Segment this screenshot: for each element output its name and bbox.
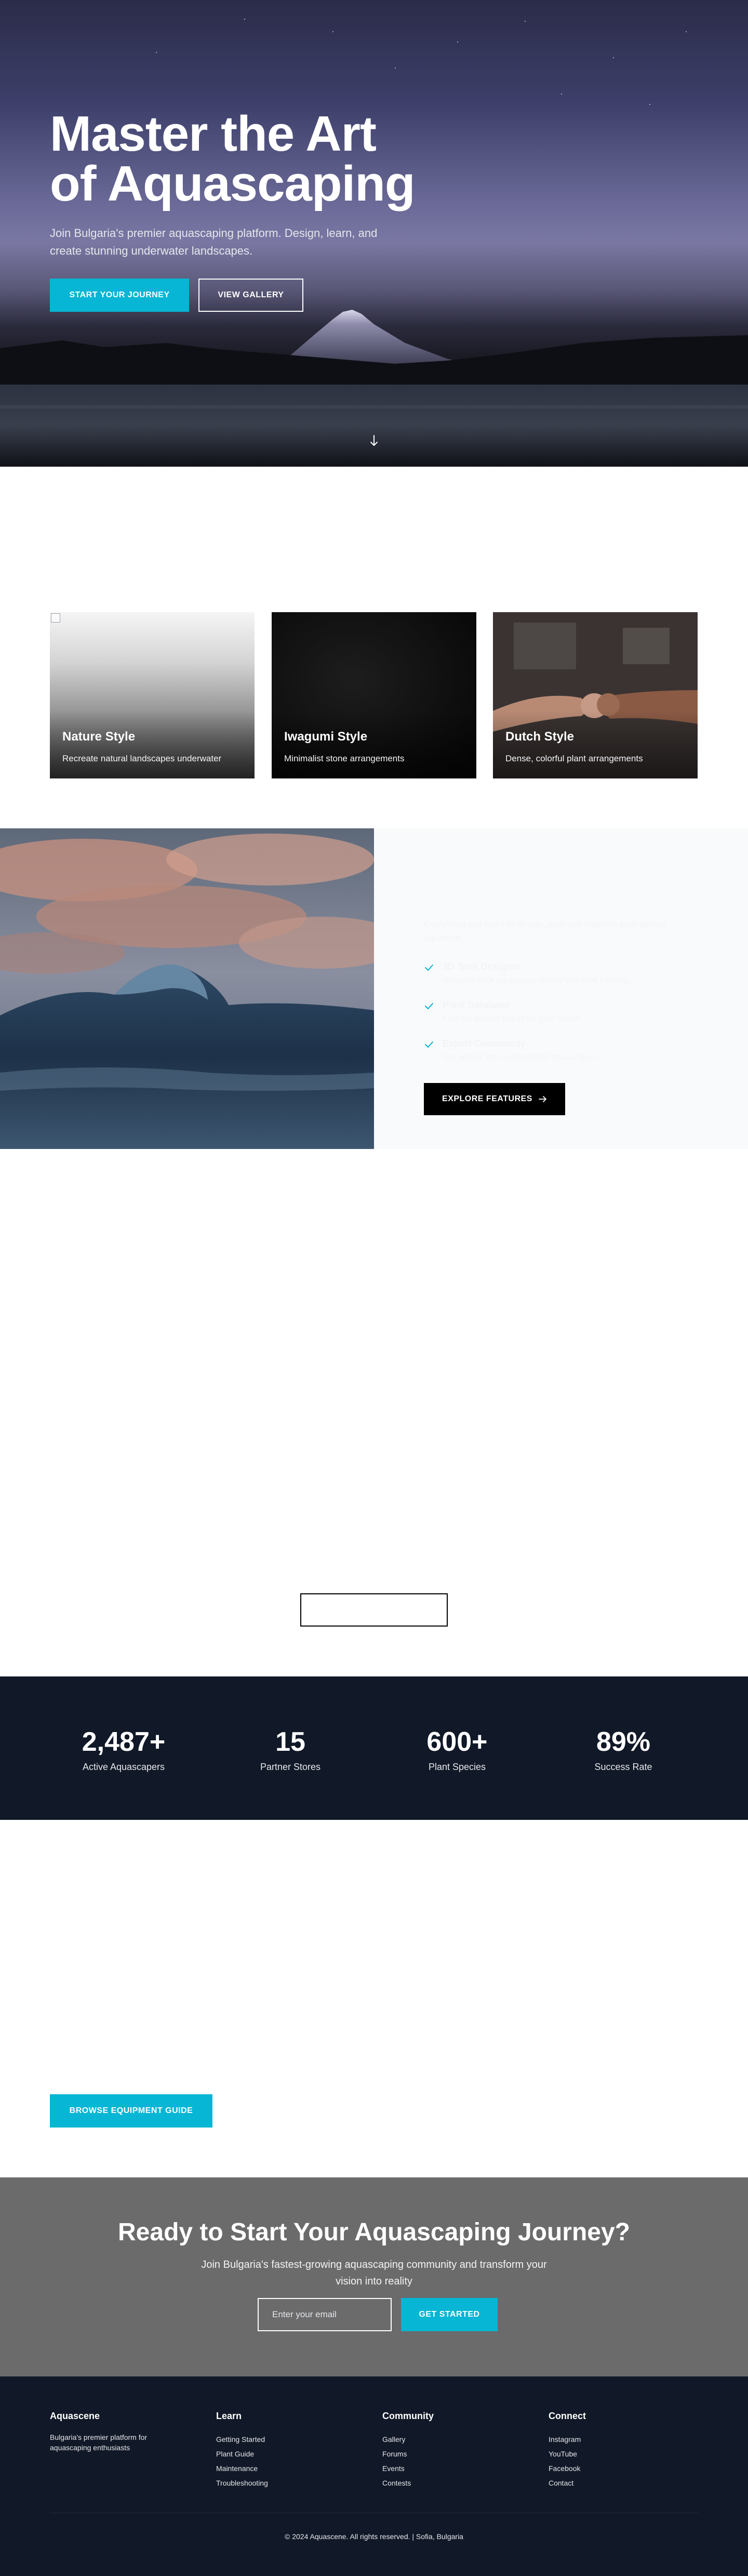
stat-value: 2,487+ (82, 1727, 166, 1757)
feature-description: Find the perfect plants for your layout (443, 1014, 580, 1023)
footer-link[interactable]: Getting Started (216, 2432, 372, 2447)
footer-learn-column: Learn Getting Started Plant Guide Mainte… (216, 2411, 372, 2490)
explore-features-label: EXPLORE FEATURES (442, 1094, 532, 1103)
footer-link[interactable]: Gallery (382, 2432, 538, 2447)
outline-button[interactable] (300, 1593, 448, 1627)
check-icon (425, 1041, 433, 1048)
stat-label: Success Rate (594, 1762, 652, 1772)
card-title: Iwagumi Style (284, 730, 368, 744)
view-gallery-button[interactable]: VIEW GALLERY (198, 279, 303, 312)
card-title: Nature Style (62, 730, 136, 744)
start-journey-button[interactable]: START YOUR JOURNEY (50, 279, 189, 312)
stat-item: 2,487+ Active Aquascapers (56, 1726, 191, 1773)
hero-buttons: START YOUR JOURNEY VIEW GALLERY (50, 279, 424, 312)
footer-heading: Community (382, 2411, 434, 2421)
email-input[interactable] (258, 2298, 392, 2331)
footer-brand: Aquascene (50, 2411, 100, 2421)
footer-link[interactable]: Troubleshooting (216, 2476, 372, 2490)
card-description: Dense, colorful plant arrangements (505, 754, 643, 763)
stat-label: Plant Species (428, 1762, 486, 1772)
footer-copyright: © 2024 Aquascene. All rights reserved. |… (285, 2532, 463, 2541)
footer-connect-column: Connect Instagram YouTube Facebook Conta… (549, 2411, 704, 2490)
cta-title: Ready to Start Your Aquascaping Journey? (118, 2218, 630, 2246)
hero-subtitle: Join Bulgaria's premier aquascaping plat… (50, 227, 378, 257)
style-card-iwagumi[interactable]: Iwagumi Style Minimalist stone arrangeme… (272, 612, 476, 778)
footer-link[interactable]: Instagram (549, 2432, 704, 2447)
check-icon (425, 965, 433, 971)
card-description: Recreate natural landscapes underwater (62, 754, 222, 763)
style-card-nature[interactable]: Nature Style Recreate natural landscapes… (50, 612, 255, 778)
footer-link[interactable]: Maintenance (216, 2461, 372, 2476)
browse-equipment-button[interactable]: BROWSE EQUIPMENT GUIDE (50, 2094, 212, 2128)
stat-label: Active Aquascapers (82, 1762, 165, 1772)
features-panel: Professional Tools for Every Aquascaper … (374, 828, 748, 1149)
stat-item: 600+ Plant Species (390, 1726, 525, 1773)
arrow-down-icon[interactable] (369, 434, 379, 447)
footer-community-column: Community Gallery Forums Events Contests (382, 2411, 538, 2490)
explore-features-button[interactable]: EXPLORE FEATURES (424, 1083, 565, 1115)
signup-form: GET STARTED (258, 2298, 498, 2331)
footer-link[interactable]: Events (382, 2461, 538, 2476)
footer-link[interactable]: Facebook (549, 2461, 704, 2476)
footer: Aquascene Bulgaria's premier platform fo… (0, 2376, 748, 2576)
footer-link[interactable]: YouTube (549, 2447, 704, 2461)
stat-label: Partner Stores (260, 1762, 321, 1772)
broken-image-icon (51, 613, 60, 623)
feature-title: Plant Database (443, 1000, 510, 1010)
feature-description: Visualize your aquascape before you star… (443, 976, 629, 985)
footer-heading: Learn (216, 2411, 242, 2421)
stats-section: 2,487+ Active Aquascapers 15 Partner Sto… (0, 1676, 748, 1820)
ocean-wave-image (0, 828, 374, 1149)
footer-tagline: Bulgaria's premier platform for aquascap… (50, 2433, 148, 2452)
stat-item: 15 Partner Stores (223, 1726, 358, 1773)
features-section: Professional Tools for Every Aquascaper … (0, 828, 748, 1149)
feature-title: Expert Community (443, 1038, 526, 1049)
features-description: Everything you need to design, plan and … (424, 919, 666, 943)
footer-link[interactable]: Contests (382, 2476, 538, 2490)
footer-link[interactable]: Forums (382, 2447, 538, 2461)
footer-brand-column: Aquascene Bulgaria's premier platform fo… (50, 2411, 206, 2453)
get-started-button[interactable]: GET STARTED (401, 2298, 498, 2331)
hero-section: Master the Art of Aquascaping Join Bulga… (0, 0, 748, 467)
cta-section: Ready to Start Your Aquascaping Journey?… (0, 2177, 748, 2376)
card-description: Minimalist stone arrangements (284, 754, 405, 763)
hero-content: Master the Art of Aquascaping Join Bulga… (50, 109, 424, 312)
feature-description: Get advice from experienced aquascapers (443, 1053, 599, 1062)
feature-title: 3D Tank Designer (443, 961, 521, 972)
style-card-dutch[interactable]: Dutch Style Dense, colorful plant arrang… (493, 612, 698, 778)
footer-heading: Connect (549, 2411, 586, 2421)
card-title: Dutch Style (505, 730, 575, 744)
features-heading: Professional Tools for Every Aquascaper (424, 861, 642, 908)
arrow-right-icon (539, 1096, 546, 1102)
footer-link[interactable]: Contact (549, 2476, 704, 2490)
check-icon (425, 1003, 433, 1010)
cta-subtitle: Join Bulgaria's fastest-growing aquascap… (201, 2259, 547, 2287)
stat-item: 89% Success Rate (556, 1726, 691, 1773)
footer-link[interactable]: Plant Guide (216, 2447, 372, 2461)
stat-value: 600+ (426, 1727, 488, 1757)
hero-title: Master the Art of Aquascaping (50, 106, 415, 212)
stat-value: 15 (275, 1727, 305, 1757)
stat-value: 89% (596, 1727, 651, 1757)
